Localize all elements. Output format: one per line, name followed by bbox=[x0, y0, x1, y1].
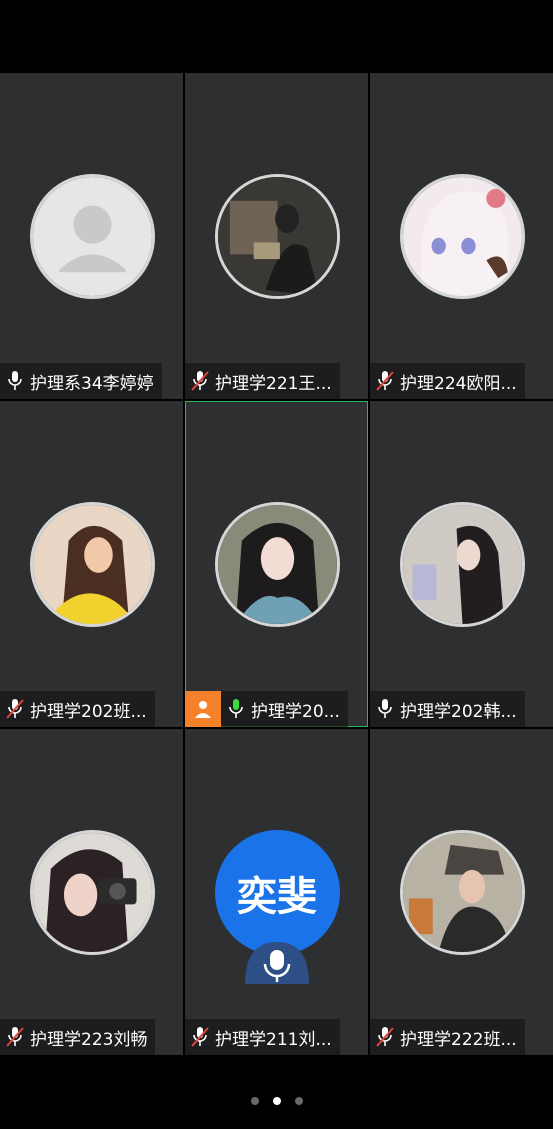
participant-name: 护理学202韩... bbox=[400, 701, 517, 722]
participant-name: 护理学202班... bbox=[30, 701, 147, 722]
participant-name: 护理学211刘... bbox=[215, 1029, 332, 1050]
page-dot[interactable] bbox=[294, 1097, 303, 1105]
anime-avatar bbox=[399, 174, 525, 299]
photo-avatar bbox=[399, 502, 525, 627]
participant-tile-active[interactable]: 护理学20... bbox=[185, 401, 368, 727]
participant-label: 护理学222班... bbox=[370, 1019, 525, 1055]
participant-name: 护理系34李婷婷 bbox=[30, 373, 154, 394]
page-dot[interactable] bbox=[250, 1097, 259, 1105]
microphone-icon bbox=[0, 363, 30, 399]
participant-label: 护理系34李婷婷 bbox=[0, 363, 162, 399]
page-indicator[interactable] bbox=[0, 1093, 553, 1109]
microphone-icon bbox=[370, 691, 400, 727]
photo-avatar bbox=[214, 174, 340, 299]
photo-avatar bbox=[399, 830, 525, 955]
host-icon bbox=[185, 691, 221, 727]
participant-name: 护理学20... bbox=[251, 701, 340, 722]
participant-name: 护理学221王... bbox=[215, 373, 332, 394]
microphone-icon bbox=[244, 942, 309, 984]
microphone-muted-icon bbox=[370, 363, 400, 399]
microphone-muted-icon bbox=[0, 1019, 30, 1055]
participant-label: 护理学221王... bbox=[185, 363, 340, 399]
participant-label: 护理学202班... bbox=[0, 691, 155, 727]
microphone-muted-icon bbox=[0, 691, 30, 727]
participant-label: 护理学223刘畅 bbox=[0, 1019, 156, 1055]
participant-tile[interactable]: 护理224欧阳... bbox=[370, 73, 553, 399]
participant-tile[interactable]: 奕斐 护理学211刘... bbox=[185, 729, 368, 1055]
participant-tile[interactable]: 护理学202班... bbox=[0, 401, 183, 727]
video-grid: 护理系34李婷婷 护理学221王... 护理224欧阳... 护理学202班..… bbox=[0, 73, 553, 1055]
photo-avatar bbox=[29, 502, 155, 627]
participant-name: 护理学222班... bbox=[400, 1029, 517, 1050]
participant-tile[interactable]: 护理学223刘畅 bbox=[0, 729, 183, 1055]
participant-tile[interactable]: 护理系34李婷婷 bbox=[0, 73, 183, 399]
participant-label: 护理学211刘... bbox=[185, 1019, 340, 1055]
microphone-muted-icon bbox=[185, 1019, 215, 1055]
photo-avatar bbox=[29, 830, 155, 955]
participant-tile[interactable]: 护理学221王... bbox=[185, 73, 368, 399]
photo-avatar bbox=[214, 502, 340, 627]
letter-avatar: 奕斐 bbox=[214, 830, 340, 955]
participant-label: 护理学20... bbox=[185, 691, 348, 727]
participant-label: 护理学202韩... bbox=[370, 691, 525, 727]
page-dot-current[interactable] bbox=[272, 1097, 281, 1105]
placeholder-avatar bbox=[29, 174, 155, 299]
participant-tile[interactable]: 护理学202韩... bbox=[370, 401, 553, 727]
participant-name: 护理学223刘畅 bbox=[30, 1029, 148, 1050]
participant-tile[interactable]: 护理学222班... bbox=[370, 729, 553, 1055]
microphone-muted-icon bbox=[370, 1019, 400, 1055]
participant-label: 护理224欧阳... bbox=[370, 363, 525, 399]
participant-name: 护理224欧阳... bbox=[400, 373, 517, 394]
microphone-muted-icon bbox=[185, 363, 215, 399]
microphone-speaking-icon bbox=[221, 691, 251, 727]
